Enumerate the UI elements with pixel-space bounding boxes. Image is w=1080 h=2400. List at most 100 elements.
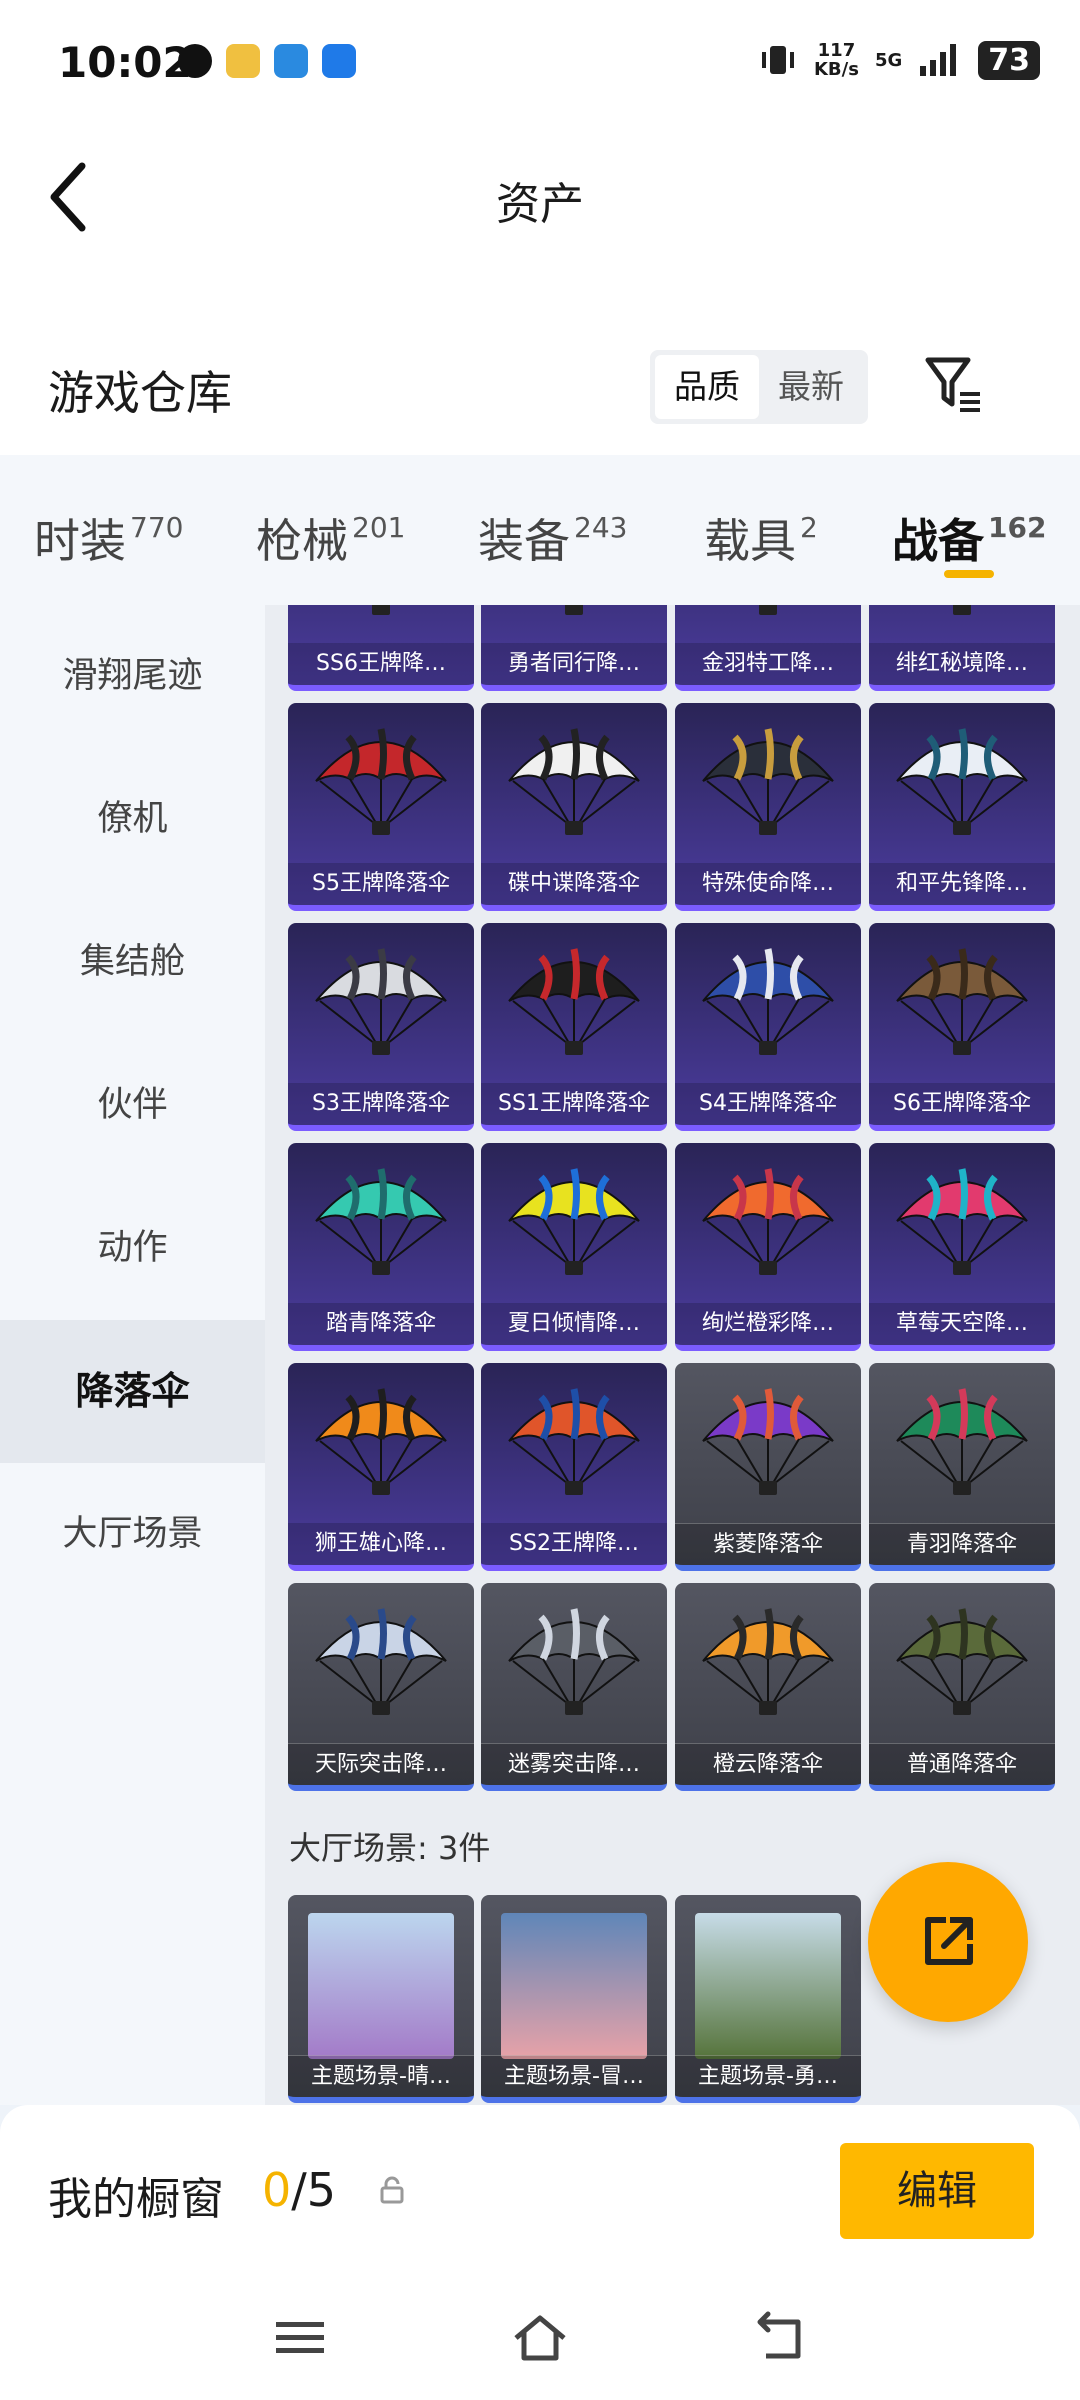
sort-option-quality[interactable]: 品质: [655, 355, 759, 419]
active-tab-indicator: [944, 570, 994, 578]
parachute-canopy-icon: [702, 948, 834, 1055]
network-type: 5G: [874, 49, 903, 71]
parachute-card[interactable]: SS2王牌降…: [481, 1363, 667, 1571]
parachute-card[interactable]: 踏青降落伞: [288, 1143, 474, 1351]
parachute-card[interactable]: SS1王牌降落伞: [481, 923, 667, 1131]
edit-button[interactable]: 编辑: [840, 2143, 1034, 2239]
menu-icon[interactable]: [272, 2310, 328, 2366]
share-button[interactable]: [868, 1862, 1028, 2022]
sidebar-item-pod[interactable]: 集结舱: [0, 891, 265, 1034]
sidebar-item-parachute[interactable]: 降落伞: [0, 1320, 265, 1463]
external-link-icon: [925, 1917, 973, 1965]
battery-level: 73: [978, 40, 1040, 80]
parachute-card[interactable]: S5王牌降落伞: [288, 703, 474, 911]
parachute-name: 紫菱降落伞: [675, 1523, 861, 1565]
showcase-count: 0/5: [262, 2163, 337, 2217]
tab-fashion[interactable]: 时装 770: [34, 505, 183, 571]
parachute-card[interactable]: 青羽降落伞: [869, 1363, 1055, 1571]
parachute-card[interactable]: 金羽特工降…: [675, 605, 861, 691]
sidebar-item-lobby-scene[interactable]: 大厅场景: [0, 1463, 265, 1606]
home-icon[interactable]: [512, 2310, 568, 2366]
showcase-title: 我的橱窗: [48, 2174, 224, 2225]
parachute-card[interactable]: 草莓天空降…: [869, 1143, 1055, 1351]
parachute-canopy-icon: [896, 948, 1028, 1055]
status-right: 117 KB/s 5G 73: [758, 40, 1040, 80]
parachute-canopy-icon: [315, 1608, 447, 1715]
parachute-canopy-icon: [315, 728, 447, 835]
tab-combat-prep[interactable]: 战备 162: [892, 505, 1046, 571]
lock-icon: [380, 2176, 404, 2204]
sidebar: 滑翔尾迹 僚机 集结舱 伙伴 动作 降落伞 大厅场景: [0, 605, 265, 2105]
parachute-canopy-icon: [315, 1388, 447, 1495]
lobby-scene-card[interactable]: 主题场景-勇…: [675, 1895, 861, 2103]
parachute-name: 绚烂橙彩降…: [675, 1303, 861, 1345]
scene-name: 主题场景-冒…: [481, 2055, 667, 2097]
parachute-name: 普通降落伞: [869, 1743, 1055, 1785]
parachute-card[interactable]: S6王牌降落伞: [869, 923, 1055, 1131]
parachute-card[interactable]: 普通降落伞: [869, 1583, 1055, 1791]
lobby-scene-heading: 大厅场景: 3件: [289, 1829, 491, 1867]
parachute-card[interactable]: 狮王雄心降…: [288, 1363, 474, 1571]
scene-name: 主题场景-晴…: [288, 2055, 474, 2097]
parachute-card[interactable]: 夏日倾情降…: [481, 1143, 667, 1351]
scene-thumbnail: [308, 1913, 454, 2059]
status-bar: 10:02 117 KB/s 5G 73: [0, 0, 1080, 130]
parachute-name: 勇者同行降…: [481, 643, 667, 685]
parachute-name: S4王牌降落伞: [675, 1083, 861, 1125]
sidebar-item-companion[interactable]: 伙伴: [0, 1034, 265, 1177]
parachute-canopy-icon: [315, 948, 447, 1055]
status-time: 10:02: [58, 38, 192, 87]
parachute-name: 绯红秘境降…: [869, 643, 1055, 685]
parachute-canopy-icon: [702, 728, 834, 835]
network-speed: 117 KB/s: [813, 40, 859, 80]
parachute-card[interactable]: 和平先锋降…: [869, 703, 1055, 911]
parachute-card[interactable]: 勇者同行降…: [481, 605, 667, 691]
sidebar-item-glide-trail[interactable]: 滑翔尾迹: [0, 605, 265, 748]
parachute-card[interactable]: 天际突击降…: [288, 1583, 474, 1791]
parachute-canopy-icon: [896, 1608, 1028, 1715]
tab-gear[interactable]: 装备 243: [478, 505, 627, 571]
parachute-name: S3王牌降落伞: [288, 1083, 474, 1125]
parachute-card[interactable]: 迷雾突击降…: [481, 1583, 667, 1791]
parachute-canopy-icon: [702, 1388, 834, 1495]
vibrate-icon: [761, 46, 794, 74]
parachute-card[interactable]: 绚烂橙彩降…: [675, 1143, 861, 1351]
parachute-card[interactable]: 碟中谍降落伞: [481, 703, 667, 911]
parachute-name: 金羽特工降…: [675, 643, 861, 685]
parachute-card[interactable]: 特殊使命降…: [675, 703, 861, 911]
parachute-name: 橙云降落伞: [675, 1743, 861, 1785]
scene-thumbnail: [695, 1913, 841, 2059]
parachute-name: S6王牌降落伞: [869, 1083, 1055, 1125]
scene-thumbnail: [501, 1913, 647, 2059]
parachute-card[interactable]: SS6王牌降…: [288, 605, 474, 691]
sort-toggle: 品质 最新: [650, 350, 868, 424]
page-title: 资产: [496, 179, 584, 230]
sort-option-newest[interactable]: 最新: [759, 355, 863, 419]
back-nav-icon[interactable]: [752, 2310, 808, 2366]
tab-guns[interactable]: 枪械 201: [256, 505, 405, 571]
parachute-canopy-icon: [508, 948, 640, 1055]
parachute-name: 碟中谍降落伞: [481, 863, 667, 905]
warehouse-title: 游戏仓库: [48, 366, 232, 420]
parachute-card[interactable]: S3王牌降落伞: [288, 923, 474, 1131]
parachute-name: 特殊使命降…: [675, 863, 861, 905]
tab-vehicles[interactable]: 载具 2: [704, 505, 818, 571]
parachute-card[interactable]: S4王牌降落伞: [675, 923, 861, 1131]
parachute-canopy-icon: [896, 1168, 1028, 1275]
filter-icon[interactable]: [922, 354, 984, 414]
lobby-scene-card[interactable]: 主题场景-冒…: [481, 1895, 667, 2103]
parachute-card[interactable]: 橙云降落伞: [675, 1583, 861, 1791]
sidebar-item-wingman[interactable]: 僚机: [0, 748, 265, 891]
app-notification-icon: [178, 44, 212, 78]
parachute-name: 天际突击降…: [288, 1743, 474, 1785]
parachute-canopy-icon: [565, 605, 583, 615]
parachute-canopy-icon: [372, 605, 390, 615]
parachute-card[interactable]: 绯红秘境降…: [869, 605, 1055, 691]
lobby-scene-card[interactable]: 主题场景-晴…: [288, 1895, 474, 2103]
parachute-name: SS1王牌降落伞: [481, 1083, 667, 1125]
parachute-canopy-icon: [508, 1608, 640, 1715]
parachute-canopy-icon: [508, 1388, 640, 1495]
parachute-canopy-icon: [953, 605, 971, 615]
sidebar-item-emote[interactable]: 动作: [0, 1177, 265, 1320]
parachute-card[interactable]: 紫菱降落伞: [675, 1363, 861, 1571]
